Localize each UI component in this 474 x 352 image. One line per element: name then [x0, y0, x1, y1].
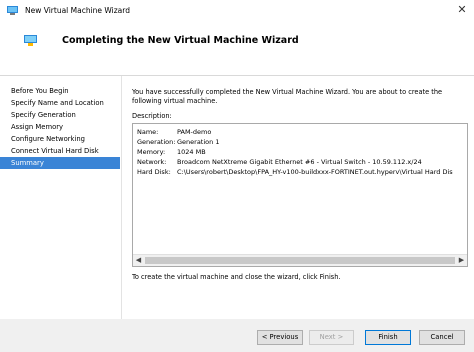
finish-instruction: To create the virtual machine and close …	[132, 273, 341, 281]
next-button[interactable]: Next >	[309, 330, 354, 345]
summary-row-memory: Memory: 1024 MB	[137, 147, 206, 157]
summary-label: Memory:	[137, 148, 166, 156]
scroll-right-icon[interactable]: ▶	[456, 255, 467, 266]
summary-label: Hard Disk:	[137, 168, 171, 176]
nav-item-specify-generation[interactable]: Specify Generation	[0, 109, 120, 121]
summary-row-name: Name: PAM-demo	[137, 127, 211, 137]
summary-value: Broadcom NetXtreme Gigabit Ethernet #6 -…	[177, 158, 422, 166]
nav-item-before-you-begin[interactable]: Before You Begin	[0, 85, 120, 97]
nav-item-assign-memory[interactable]: Assign Memory	[0, 121, 120, 133]
close-icon[interactable]: ✕	[454, 3, 470, 17]
horizontal-scrollbar[interactable]: ◀ ▶	[133, 254, 467, 266]
summary-value: C:\Users\robert\Desktop\FPA_HY-v100-buil…	[177, 168, 453, 176]
title-bar: New Virtual Machine Wizard ✕	[0, 0, 474, 22]
summary-row-generation: Generation: Generation 1	[137, 137, 219, 147]
nav-item-specify-name-location[interactable]: Specify Name and Location	[0, 97, 120, 109]
summary-value: PAM-demo	[177, 128, 212, 136]
description-label: Description:	[132, 112, 172, 120]
summary-label: Name:	[137, 128, 159, 136]
nav-item-configure-networking[interactable]: Configure Networking	[0, 133, 120, 145]
page-title: Completing the New Virtual Machine Wizar…	[62, 35, 299, 46]
summary-label: Network:	[137, 158, 167, 166]
wizard-header: Completing the New Virtual Machine Wizar…	[0, 22, 474, 76]
cancel-button[interactable]: Cancel	[419, 330, 465, 345]
summary-value: Generation 1	[177, 138, 220, 146]
button-bar: < Previous Next > Finish Cancel	[0, 319, 474, 352]
intro-text: You have successfully completed the New …	[132, 88, 443, 105]
virtual-machine-icon	[24, 35, 37, 46]
scrollbar-thumb[interactable]	[145, 257, 455, 264]
finish-button[interactable]: Finish	[365, 330, 411, 345]
scroll-left-icon[interactable]: ◀	[133, 255, 144, 266]
virtual-machine-icon	[7, 6, 18, 15]
nav-item-connect-virtual-hard-disk[interactable]: Connect Virtual Hard Disk	[0, 145, 120, 157]
description-box[interactable]: Name: PAM-demo Generation: Generation 1 Me…	[132, 123, 468, 267]
wizard-steps-nav: Before You Begin Specify Name and Locati…	[0, 76, 122, 319]
summary-row-hard-disk: Hard Disk: C:\Users\robert\Desktop\FPA_HY…	[137, 167, 453, 177]
window-title: New Virtual Machine Wizard	[25, 6, 130, 15]
nav-item-summary[interactable]: Summary	[0, 157, 120, 169]
summary-value: 1024 MB	[177, 148, 206, 156]
summary-label: Generation:	[137, 138, 176, 146]
previous-button[interactable]: < Previous	[257, 330, 303, 345]
summary-row-network: Network: Broadcom NetXtreme Gigabit Ether…	[137, 157, 422, 167]
